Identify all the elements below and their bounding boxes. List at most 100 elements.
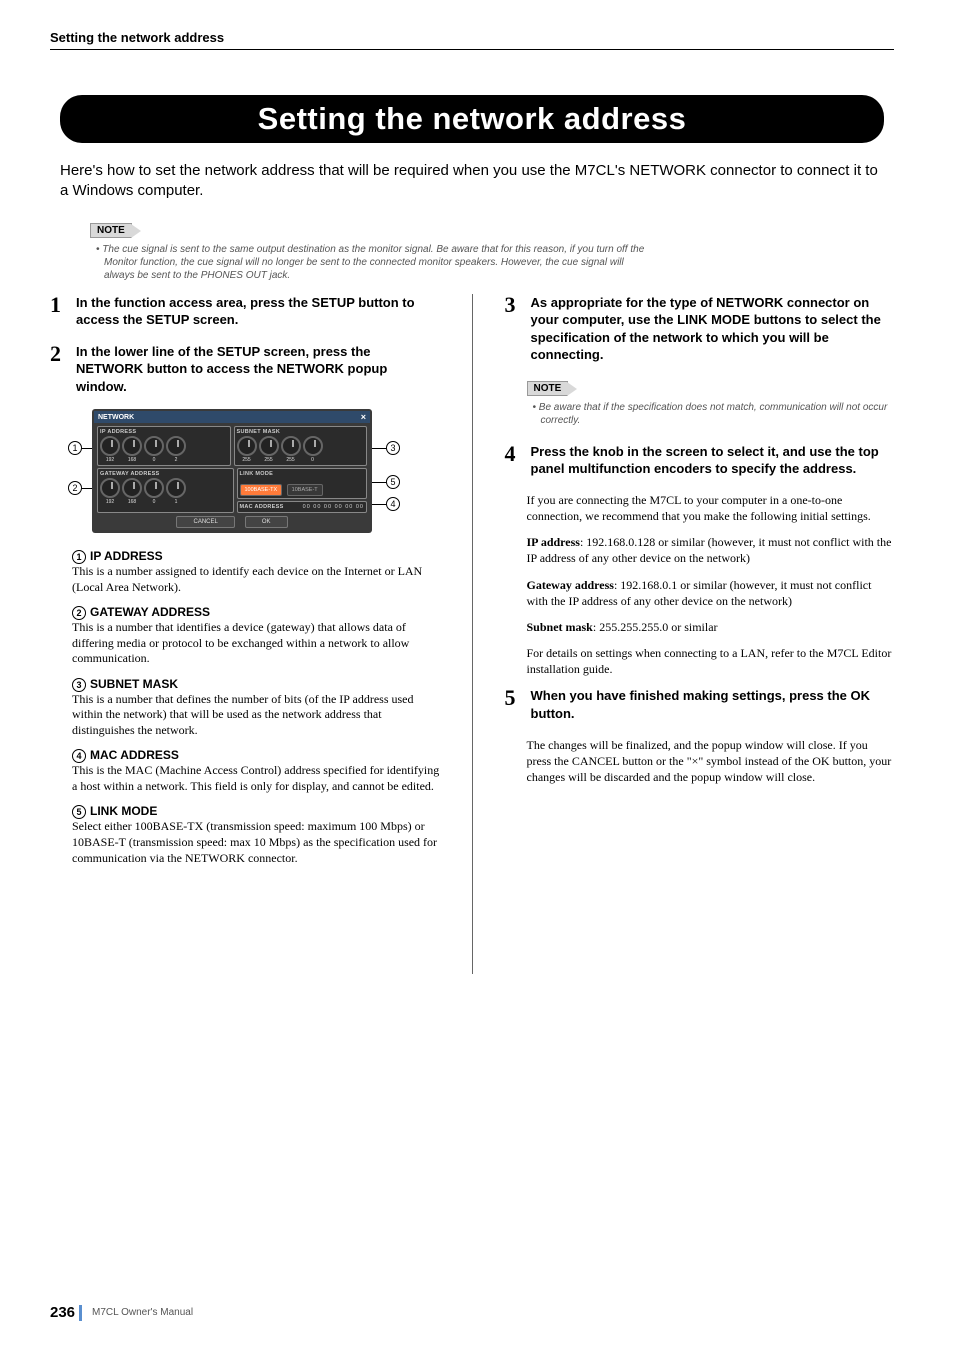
- gateway-knob-4[interactable]: [166, 478, 186, 498]
- callout-line: [372, 482, 386, 483]
- def-2-title: GATEWAY ADDRESS: [90, 605, 210, 619]
- note-tab: NOTE: [90, 223, 132, 238]
- def-2-text: This is a number that identifies a devic…: [72, 620, 440, 667]
- step-4-ip: IP address: 192.168.0.128 or similar (ho…: [527, 534, 895, 566]
- step-number: 5: [505, 687, 523, 709]
- intro-paragraph: Here's how to set the network address th…: [60, 161, 884, 202]
- def-1-title: IP ADDRESS: [90, 549, 163, 563]
- gateway-knob-2[interactable]: [122, 478, 142, 498]
- gateway-value: 168: [122, 499, 142, 505]
- note-text: Be aware that if the specification does …: [533, 401, 895, 427]
- subnet-knob-3[interactable]: [281, 436, 301, 456]
- subnet-value: 255: [259, 457, 279, 463]
- step-text: Press the knob in the screen to select i…: [531, 443, 895, 478]
- def-3-heading: 3 SUBNET MASK: [72, 677, 440, 692]
- left-column: 1 In the function access area, press the…: [50, 294, 440, 974]
- step-5: 5 When you have finished making settings…: [505, 687, 895, 722]
- link-mode-10base-button[interactable]: 10BASE-T: [287, 484, 323, 496]
- column-divider: [472, 294, 473, 974]
- mac-address-section: MAC ADDRESS 00 00 00 00 00 00: [237, 501, 368, 513]
- gateway-knob-1[interactable]: [100, 478, 120, 498]
- callout-4: 4: [386, 497, 400, 511]
- footer-bar-icon: [79, 1305, 82, 1321]
- subnet-knob-1[interactable]: [237, 436, 257, 456]
- step-1: 1 In the function access area, press the…: [50, 294, 440, 329]
- section-title: Setting the network address: [258, 101, 687, 136]
- ip-knob-1[interactable]: [100, 436, 120, 456]
- popup-title: NETWORK: [98, 414, 134, 421]
- step-text: As appropriate for the type of NETWORK c…: [531, 294, 895, 364]
- gateway-knob-3[interactable]: [144, 478, 164, 498]
- callout-5: 5: [386, 475, 400, 489]
- network-popup-window: NETWORK × IP ADDRESS 192 168 0 2: [92, 409, 372, 533]
- circled-3-icon: 3: [72, 678, 86, 692]
- page-footer: 236 M7CL Owner's Manual: [50, 1304, 193, 1321]
- ip-address-label: IP ADDRESS: [100, 429, 228, 435]
- def-3-text: This is a number that defines the number…: [72, 692, 440, 739]
- subnet-mask-section: SUBNET MASK 255 255 255 0: [234, 426, 368, 466]
- two-column-layout: 1 In the function access area, press the…: [50, 294, 894, 974]
- def-5-title: LINK MODE: [90, 804, 157, 818]
- def-4-text: This is the MAC (Machine Access Control)…: [72, 763, 440, 794]
- mac-address-value: 00 00 00 00 00 00: [303, 504, 364, 510]
- ip-value: 2: [166, 457, 186, 463]
- subnet-value: 255: [237, 457, 257, 463]
- note-tab: NOTE: [527, 381, 569, 396]
- network-popup-figure: 1 2 3 4 5 NETWORK × IP ADDRESS: [68, 409, 408, 533]
- top-note-box: NOTE The cue signal is sent to the same …: [90, 220, 894, 282]
- def-5-heading: 5LINK MODE: [72, 804, 440, 819]
- gateway-value: 1: [166, 499, 186, 505]
- right-note-box: NOTE Be aware that if the specification …: [527, 378, 895, 427]
- callout-line: [372, 504, 386, 505]
- subnet-knob-4[interactable]: [303, 436, 323, 456]
- gateway-address-section: GATEWAY ADDRESS 192 168 0 1: [97, 468, 234, 513]
- gateway-value: 192: [100, 499, 120, 505]
- def-1-heading: 1IP ADDRESS: [72, 549, 440, 564]
- step-2: 2 In the lower line of the SETUP screen,…: [50, 343, 440, 396]
- right-column: 3 As appropriate for the type of NETWORK…: [505, 294, 895, 974]
- callout-2: 2: [68, 481, 82, 495]
- ip-address-section: IP ADDRESS 192 168 0 2: [97, 426, 231, 466]
- step-text: In the function access area, press the S…: [76, 294, 440, 329]
- step-4-lan-note: For details on settings when connecting …: [527, 645, 895, 677]
- callout-1: 1: [68, 441, 82, 455]
- section-title-wrap: Setting the network address: [60, 95, 884, 143]
- def-4-heading: 4MAC ADDRESS: [72, 748, 440, 763]
- link-mode-100base-button[interactable]: 100BASE-TX: [240, 484, 283, 496]
- link-mode-label: LINK MODE: [240, 471, 365, 477]
- ip-knob-4[interactable]: [166, 436, 186, 456]
- step-4-gateway: Gateway address: 192.168.0.1 or similar …: [527, 577, 895, 609]
- mac-address-label: MAC ADDRESS: [240, 504, 284, 510]
- step-4: 4 Press the knob in the screen to select…: [505, 443, 895, 478]
- step-number: 4: [505, 443, 523, 465]
- subnet-mask-label: SUBNET MASK: [237, 429, 365, 435]
- ip-knob-3[interactable]: [144, 436, 164, 456]
- ok-button[interactable]: OK: [245, 516, 288, 528]
- note-text: The cue signal is sent to the same outpu…: [96, 243, 656, 282]
- ip-value: 0: [144, 457, 164, 463]
- step-3: 3 As appropriate for the type of NETWORK…: [505, 294, 895, 364]
- gateway-value: 0: [144, 499, 164, 505]
- step-5-body: The changes will be finalized, and the p…: [527, 737, 895, 786]
- def-5-text: Select either 100BASE-TX (transmission s…: [72, 819, 440, 866]
- step-text: When you have finished making settings, …: [531, 687, 895, 722]
- footer-manual-name: M7CL Owner's Manual: [92, 1307, 193, 1318]
- ip-value: 168: [122, 457, 142, 463]
- cancel-button[interactable]: CANCEL: [176, 516, 234, 528]
- close-icon[interactable]: ×: [361, 412, 366, 422]
- subnet-knob-2[interactable]: [259, 436, 279, 456]
- circled-4-icon: 4: [72, 749, 86, 763]
- ip-knob-2[interactable]: [122, 436, 142, 456]
- circled-2-icon: 2: [72, 606, 86, 620]
- popup-title-bar: NETWORK ×: [94, 411, 370, 423]
- callout-3: 3: [386, 441, 400, 455]
- def-3-title: SUBNET MASK: [90, 677, 178, 691]
- gateway-address-label: GATEWAY ADDRESS: [100, 471, 231, 477]
- header-rule: [50, 49, 894, 50]
- step-4-body-a: If you are connecting the M7CL to your c…: [527, 492, 895, 524]
- ip-value: 192: [100, 457, 120, 463]
- subnet-value: 0: [303, 457, 323, 463]
- step-4-subnet: Subnet mask: 255.255.255.0 or similar: [527, 619, 895, 635]
- def-2-heading: 2 GATEWAY ADDRESS: [72, 605, 440, 620]
- link-mode-section: LINK MODE 100BASE-TX 10BASE-T: [237, 468, 368, 499]
